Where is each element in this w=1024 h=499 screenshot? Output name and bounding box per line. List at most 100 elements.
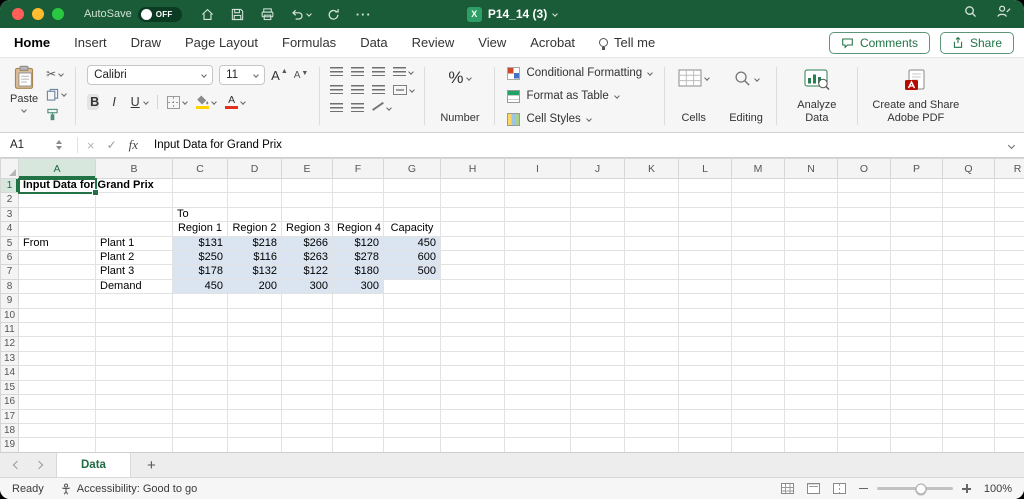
- cell-I8[interactable]: [504, 279, 571, 295]
- cell-L18[interactable]: [678, 423, 732, 439]
- cell-K10[interactable]: [624, 308, 679, 324]
- cell-F13[interactable]: [332, 351, 384, 367]
- page-break-view-icon[interactable]: [833, 483, 846, 494]
- increase-indent-icon[interactable]: [351, 102, 365, 113]
- wrap-text-button[interactable]: [393, 65, 415, 79]
- formula-value[interactable]: Input Data for Grand Prix: [154, 139, 282, 151]
- cell-K11[interactable]: [624, 322, 679, 338]
- cell-L8[interactable]: [678, 279, 732, 295]
- cell-I13[interactable]: [504, 351, 571, 367]
- cell-N6[interactable]: [784, 250, 838, 266]
- cell-F12[interactable]: [332, 336, 384, 352]
- cell-P19[interactable]: [890, 437, 943, 452]
- autosave-toggle[interactable]: OFF: [137, 6, 182, 22]
- cell-M8[interactable]: [731, 279, 785, 295]
- cell-M16[interactable]: [731, 394, 785, 410]
- cell-I16[interactable]: [504, 394, 571, 410]
- cell-A15[interactable]: [18, 380, 96, 396]
- cell-R10[interactable]: [994, 308, 1024, 324]
- paste-button[interactable]: Paste: [10, 63, 38, 113]
- cell-M14[interactable]: [731, 365, 785, 381]
- cell-E4[interactable]: Region 3: [281, 221, 333, 237]
- cell-F16[interactable]: [332, 394, 384, 410]
- cell-R4[interactable]: [994, 221, 1024, 237]
- cell-E2[interactable]: [281, 192, 333, 208]
- cell-L6[interactable]: [678, 250, 732, 266]
- cell-H16[interactable]: [440, 394, 505, 410]
- decrease-font-size-button[interactable]: A ▼: [294, 70, 309, 81]
- format-painter-button[interactable]: [46, 107, 66, 121]
- cell-M2[interactable]: [731, 192, 785, 208]
- cell-B14[interactable]: [95, 365, 173, 381]
- zoom-out-icon[interactable]: [859, 487, 868, 490]
- cell-L16[interactable]: [678, 394, 732, 410]
- cell-N13[interactable]: [784, 351, 838, 367]
- cell-K6[interactable]: [624, 250, 679, 266]
- tab-tell-me[interactable]: Tell me: [587, 28, 667, 57]
- cell-E5[interactable]: $266: [281, 236, 333, 252]
- cell-M6[interactable]: [731, 250, 785, 266]
- row-header-18[interactable]: 18: [0, 422, 19, 439]
- cell-H4[interactable]: [440, 221, 505, 237]
- cell-N11[interactable]: [784, 322, 838, 338]
- cell-E16[interactable]: [281, 394, 333, 410]
- cell-E19[interactable]: [281, 437, 333, 452]
- cell-H19[interactable]: [440, 437, 505, 452]
- cell-I15[interactable]: [504, 380, 571, 396]
- cell-G5[interactable]: 450: [383, 236, 441, 252]
- cell-F7[interactable]: $180: [332, 264, 384, 280]
- cell-B15[interactable]: [95, 380, 173, 396]
- cell-B7[interactable]: Plant 3: [95, 264, 173, 280]
- cell-A13[interactable]: [18, 351, 96, 367]
- cell-F6[interactable]: $278: [332, 250, 384, 266]
- cell-K19[interactable]: [624, 437, 679, 452]
- cell-M18[interactable]: [731, 423, 785, 439]
- cell-I10[interactable]: [504, 308, 571, 324]
- align-top-icon[interactable]: [330, 66, 344, 77]
- cell-F15[interactable]: [332, 380, 384, 396]
- column-header-D[interactable]: D: [227, 158, 282, 179]
- cell-F14[interactable]: [332, 365, 384, 381]
- cell-L13[interactable]: [678, 351, 732, 367]
- cell-C2[interactable]: [172, 192, 228, 208]
- cell-P4[interactable]: [890, 221, 943, 237]
- cell-B9[interactable]: [95, 293, 173, 309]
- cell-D15[interactable]: [227, 380, 282, 396]
- cell-P9[interactable]: [890, 293, 943, 309]
- cell-O5[interactable]: [837, 236, 891, 252]
- share-button[interactable]: Share: [939, 31, 1014, 54]
- cell-M19[interactable]: [731, 437, 785, 452]
- cell-A8[interactable]: [18, 279, 96, 295]
- cell-P15[interactable]: [890, 380, 943, 396]
- cell-R7[interactable]: [994, 264, 1024, 280]
- cell-F4[interactable]: Region 4: [332, 221, 384, 237]
- cell-A4[interactable]: [18, 221, 96, 237]
- cell-D19[interactable]: [227, 437, 282, 452]
- cell-Q17[interactable]: [942, 409, 995, 424]
- cell-H17[interactable]: [440, 409, 505, 424]
- cell-I12[interactable]: [504, 336, 571, 352]
- font-size-select[interactable]: 11: [219, 65, 266, 85]
- cell-N4[interactable]: [784, 221, 838, 237]
- cell-O12[interactable]: [837, 336, 891, 352]
- column-header-R[interactable]: R: [994, 158, 1024, 179]
- cell-D13[interactable]: [227, 351, 282, 367]
- column-header-G[interactable]: G: [383, 158, 441, 179]
- cell-A1[interactable]: Input Data for Grand Prix: [18, 178, 154, 194]
- cell-C10[interactable]: [172, 308, 228, 324]
- cell-K15[interactable]: [624, 380, 679, 396]
- cell-N10[interactable]: [784, 308, 838, 324]
- redo-icon[interactable]: [326, 7, 341, 22]
- cell-H6[interactable]: [440, 250, 505, 266]
- cell-P8[interactable]: [890, 279, 943, 295]
- conditional-formatting-button[interactable]: Conditional Formatting: [507, 64, 654, 82]
- cell-D2[interactable]: [227, 192, 282, 208]
- underline-button[interactable]: U: [129, 95, 149, 109]
- cell-P14[interactable]: [890, 365, 943, 381]
- cell-O17[interactable]: [837, 409, 891, 424]
- orientation-button[interactable]: [372, 101, 393, 115]
- cell-G9[interactable]: [383, 293, 441, 309]
- cell-O7[interactable]: [837, 264, 891, 280]
- cell-A11[interactable]: [18, 322, 96, 338]
- row-header-4[interactable]: 4: [0, 221, 19, 237]
